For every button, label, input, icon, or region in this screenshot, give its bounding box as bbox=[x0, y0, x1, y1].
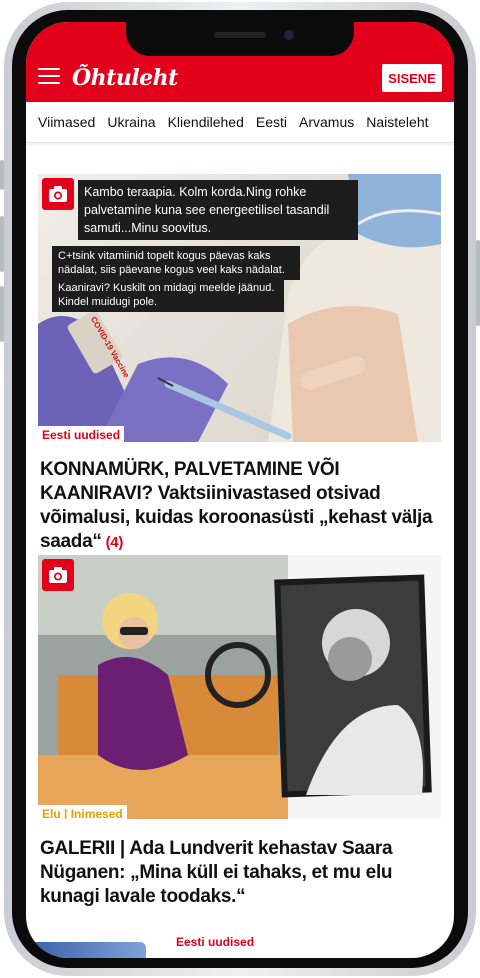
camera-icon bbox=[49, 567, 67, 583]
phone-notch bbox=[126, 22, 354, 56]
volume-up-button bbox=[0, 216, 4, 272]
article-3-image-peek[interactable] bbox=[26, 942, 146, 958]
article-1-image[interactable]: COVID-19 Vaccine Kambo teraapia. Kolm ko… bbox=[38, 174, 441, 442]
quote-1: Kambo teraapia. Kolm korda.Ning rohke pa… bbox=[78, 180, 358, 240]
nav-item-kliendilehed[interactable]: Kliendilehed bbox=[162, 102, 250, 142]
nav-item-ukraina[interactable]: Ukraina bbox=[101, 102, 161, 142]
article-3-category[interactable]: Eesti uudised bbox=[176, 935, 254, 949]
mute-switch bbox=[0, 160, 4, 190]
gallery-photo-collage bbox=[38, 555, 432, 819]
login-button[interactable]: SISENE bbox=[382, 64, 442, 92]
section-nav: Viimased Ukraina Kliendilehed Eesti Arvamus N… bbox=[26, 102, 454, 143]
quote-3: Kaaniravi? Kuskilt on midagi meelde jään… bbox=[52, 278, 284, 312]
article-2-category[interactable]: Elu | Inimesed bbox=[38, 805, 127, 819]
nav-item-viimased[interactable]: Viimased bbox=[26, 102, 101, 142]
nav-item-arvamus[interactable]: Arvamus bbox=[293, 102, 360, 142]
article-2-image[interactable]: Elu | Inimesed bbox=[38, 555, 441, 819]
gallery-badge bbox=[42, 178, 74, 210]
article-1-title[interactable]: KONNAMÜRK, PALVETAMINE VÕI KAANIRAVI? Va… bbox=[40, 459, 433, 552]
comment-count[interactable]: (4) bbox=[106, 534, 124, 551]
volume-down-button bbox=[0, 286, 4, 342]
front-camera bbox=[284, 30, 294, 40]
article-2-headline[interactable]: GALERII | Ada Lundverit kehastav Saara N… bbox=[40, 837, 442, 909]
article-1-headline[interactable]: KONNAMÜRK, PALVETAMINE VÕI KAANIRAVI? Va… bbox=[40, 458, 442, 555]
earpiece-speaker bbox=[214, 32, 266, 38]
camera-icon bbox=[49, 186, 67, 202]
quote-2: C+tsink vitamiinid topelt kogus päevas k… bbox=[52, 246, 300, 280]
browser-screen: Õhtuleht SISENE Viimased Ukraina Kliendile… bbox=[26, 22, 454, 958]
nav-item-eesti[interactable]: Eesti bbox=[250, 102, 293, 142]
site-logo[interactable]: Õhtuleht bbox=[72, 65, 178, 91]
gallery-badge bbox=[42, 559, 74, 591]
nav-item-naisteleht[interactable]: Naisteleht bbox=[360, 102, 434, 142]
article-1-category[interactable]: Eesti uudised bbox=[38, 426, 125, 442]
power-button bbox=[476, 240, 480, 326]
hamburger-menu-icon[interactable] bbox=[38, 68, 60, 84]
